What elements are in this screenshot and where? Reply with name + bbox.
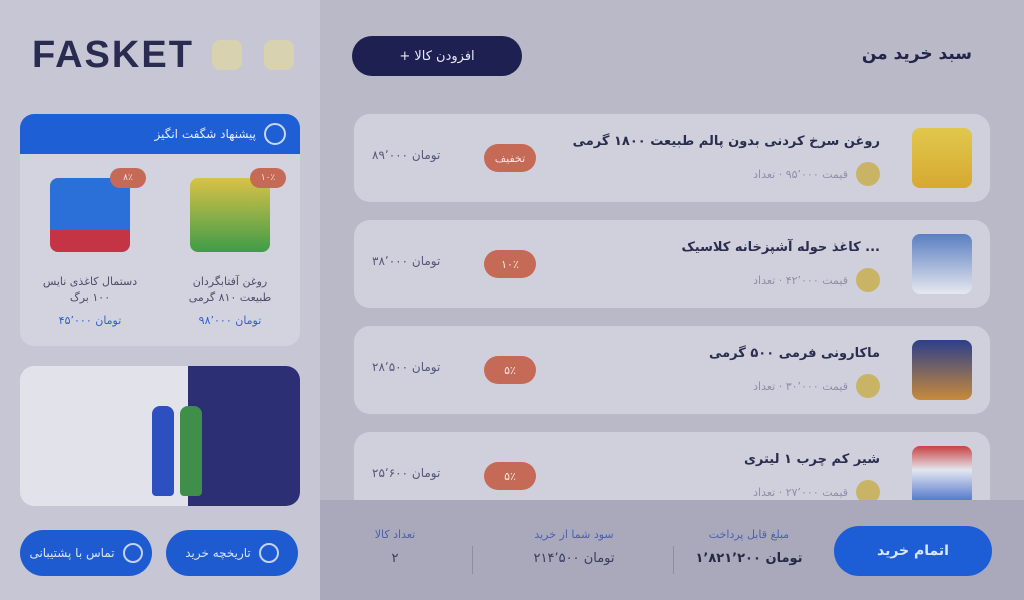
settings-icon[interactable] — [264, 40, 294, 70]
discount-badge: تخفیف — [484, 144, 536, 172]
support-button-label: تماس با پشتیبانی — [29, 546, 115, 560]
payable-summary: مبلغ قابل پرداخت ۱٬۸۲۱٬۲۰۰ تومان — [689, 528, 809, 566]
offer-discount-badge: ۸٪ — [110, 168, 146, 188]
item-price: ۲۸٬۵۰۰ تومان — [372, 360, 441, 374]
tissue-box-icon — [50, 178, 130, 252]
divider — [673, 546, 674, 574]
count-label: تعداد کالا — [374, 528, 416, 541]
checkout-bar: اتمام خرید مبلغ قابل پرداخت ۱٬۸۲۱٬۲۰۰ تو… — [320, 500, 1024, 600]
checkout-button[interactable]: اتمام خرید — [834, 526, 992, 576]
item-meta-text: قیمت ۳۰٬۰۰۰ · تعداد — [753, 379, 848, 393]
offer-clock-icon — [264, 123, 286, 145]
count-value: ۲ — [391, 551, 399, 566]
offer-name: روغن آفتابگردان طبیعت ۸۱۰ گرمی — [188, 275, 272, 304]
item-name: ماکارونی فرمی ۵۰۰ گرمی — [708, 346, 880, 361]
detergent-bottle-icon — [152, 406, 174, 496]
order-history-button[interactable]: تاریخچه خرید — [166, 530, 298, 576]
item-price: ۸۹٬۰۰۰ تومان — [372, 148, 441, 162]
quantity-control[interactable] — [856, 374, 880, 398]
discount-value: ۲۱۴٬۵۰۰ تومان — [533, 551, 615, 566]
discount-badge: ۵٪ — [484, 462, 536, 490]
divider — [472, 546, 473, 574]
cart-item[interactable]: کاغذ حوله آشپزخانه کلاسیک ... قیمت ۴۲٬۰۰… — [354, 220, 990, 308]
item-name: شیر کم چرب ۱ لیتری — [744, 452, 880, 467]
detergent-bottle-icon — [180, 406, 202, 496]
offers-title: پیشنهاد شگفت انگیز — [154, 127, 256, 141]
quantity-control[interactable] — [856, 162, 880, 186]
item-meta: قیمت ۹۵٬۰۰۰ · تعداد — [753, 162, 880, 186]
payable-label: مبلغ قابل پرداخت — [708, 528, 790, 541]
fasket-logo: FASKET — [32, 34, 194, 76]
add-item-button[interactable]: + افزودن کالا — [352, 36, 522, 76]
milk-bottle-icon — [912, 446, 972, 506]
quantity-control[interactable] — [856, 268, 880, 292]
notification-icon[interactable] — [212, 40, 242, 70]
oil-bottle-icon — [912, 128, 972, 188]
page-title: سبد خرید من — [861, 44, 972, 64]
count-summary: تعداد کالا ۲ — [360, 528, 430, 566]
offer-name: دستمال کاغذی نایس ۱۰۰ برگ — [42, 275, 138, 304]
offer-card[interactable]: ۱۰٪ روغن آفتابگردان طبیعت ۸۱۰ گرمی ۹۸٬۰۰… — [170, 164, 290, 336]
order-history-label: تاریخچه خرید — [185, 546, 251, 560]
offer-price: ۹۸٬۰۰۰ تومان — [198, 314, 262, 327]
item-meta: قیمت ۴۲٬۰۰۰ · تعداد — [753, 268, 880, 292]
oil-bottle-icon — [190, 178, 270, 252]
item-price: ۳۸٬۰۰۰ تومان — [372, 254, 441, 268]
banner-panel — [188, 366, 300, 506]
discount-label: سود شما از خرید — [534, 528, 614, 541]
item-meta-text: قیمت ۴۲٬۰۰۰ · تعداد — [753, 273, 848, 287]
paper-towel-icon — [912, 234, 972, 294]
offers-header: پیشنهاد شگفت انگیز — [20, 114, 300, 154]
headset-icon — [122, 543, 143, 563]
payable-value: ۱٬۸۲۱٬۲۰۰ تومان — [695, 551, 803, 566]
offer-card[interactable]: ۸٪ دستمال کاغذی نایس ۱۰۰ برگ ۴۵٬۰۰۰ توما… — [30, 164, 150, 336]
promo-banner[interactable] — [20, 366, 300, 506]
history-icon — [258, 543, 279, 563]
special-offers-panel: پیشنهاد شگفت انگیز ۱۰٪ روغن آفتابگردان ط… — [20, 114, 300, 346]
item-price: ۲۵٬۶۰۰ تومان — [372, 466, 441, 480]
cart-item[interactable]: ماکارونی فرمی ۵۰۰ گرمی قیمت ۳۰٬۰۰۰ · تعد… — [354, 326, 990, 414]
discount-summary: سود شما از خرید ۲۱۴٬۵۰۰ تومان — [504, 528, 644, 566]
offer-discount-badge: ۱۰٪ — [250, 168, 286, 188]
item-meta: قیمت ۳۰٬۰۰۰ · تعداد — [753, 374, 880, 398]
sidebar: FASKET پیشنهاد شگفت انگیز ۱۰٪ روغن آفتاب… — [0, 0, 320, 600]
discount-badge: ۱۰٪ — [484, 250, 536, 278]
item-meta-text: قیمت ۹۵٬۰۰۰ · تعداد — [753, 167, 848, 181]
item-meta-text: قیمت ۲۷٬۰۰۰ · تعداد — [753, 485, 848, 499]
support-button[interactable]: تماس با پشتیبانی — [20, 530, 152, 576]
pasta-box-icon — [912, 340, 972, 400]
cart-item[interactable]: روغن سرخ کردنی بدون پالم طبیعت ۱۸۰۰ گرمی… — [354, 114, 990, 202]
item-name: روغن سرخ کردنی بدون پالم طبیعت ۱۸۰۰ گرمی — [572, 134, 880, 149]
item-name: کاغذ حوله آشپزخانه کلاسیک ... — [681, 240, 880, 255]
offer-price: ۴۵٬۰۰۰ تومان — [58, 314, 122, 327]
discount-badge: ۵٪ — [484, 356, 536, 384]
